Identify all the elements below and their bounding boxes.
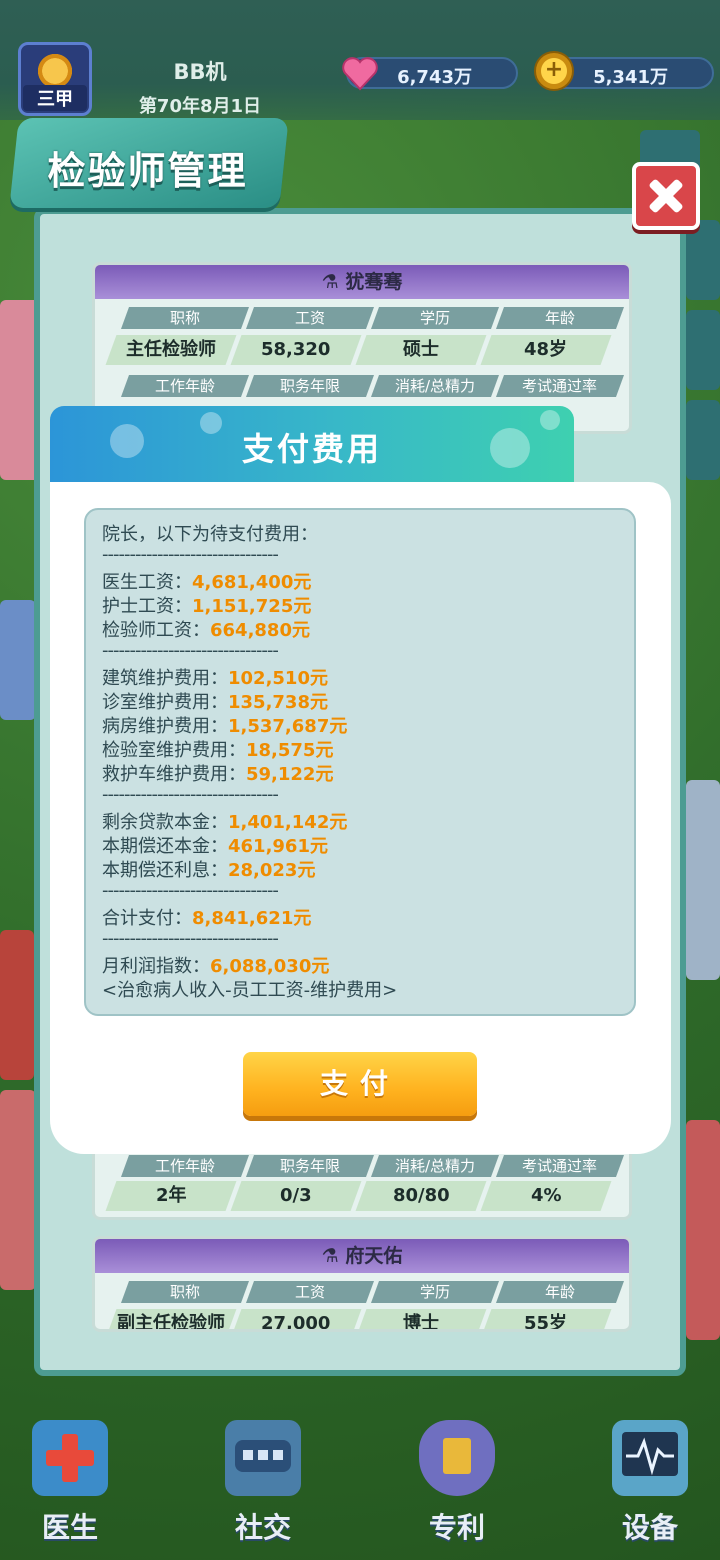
value-age: 48岁 — [480, 335, 612, 365]
chat-bubble-icon — [225, 1420, 301, 1496]
label-energy: 消耗/总精力 — [370, 1155, 500, 1177]
fee-nurse-salary: 护士工资：1,151,725元 — [102, 596, 312, 617]
heart-icon — [342, 57, 378, 91]
label-age: 年龄 — [495, 1281, 625, 1303]
separator: -------------------------------- — [102, 544, 279, 565]
nav-label: 医生 — [41, 1511, 98, 1544]
pay-button[interactable]: 支付 — [243, 1052, 477, 1116]
fee-lab-maintenance: 检验室维护费用：18,575元 — [102, 740, 334, 761]
value-energy: 80/80 — [355, 1181, 487, 1211]
fee-total: 合计支付：8,841,621元 — [102, 908, 312, 929]
fee-ambulance-maintenance: 救护车维护费用：59,122元 — [102, 764, 334, 785]
medical-cross-icon — [32, 1420, 108, 1496]
value-title: 主任检验师 — [105, 335, 237, 365]
value-education: 硕士 — [355, 335, 487, 365]
panel-title: 检验师管理 — [47, 149, 248, 193]
nav-label: 社交 — [234, 1511, 291, 1544]
separator: -------------------------------- — [102, 928, 279, 949]
bottom-nav: 医生 社交 专利 设备 — [0, 1420, 720, 1560]
label-salary: 工资 — [245, 307, 375, 329]
value-pass-rate: 4% — [480, 1181, 612, 1211]
separator: -------------------------------- — [102, 640, 279, 661]
fees-summary-box: 院长，以下为待支付费用： ---------------------------… — [84, 508, 636, 1016]
label-energy: 消耗/总精力 — [370, 375, 500, 397]
side-menu-button — [686, 220, 720, 300]
value-education: 博士 — [355, 1309, 487, 1329]
value-title: 副主任检验师 — [105, 1309, 237, 1329]
label-pass-rate: 考试通过率 — [495, 1155, 625, 1177]
nav-patents[interactable]: 专利 — [387, 1420, 527, 1560]
fee-inspector-salary: 检验师工资：664,880元 — [102, 620, 310, 641]
top-hud: 三甲 BB机 第70年8月1日 6,743万 + 5,341万 — [0, 0, 720, 120]
fees-intro: 院长，以下为待支付费用： — [102, 524, 318, 545]
fee-building-maintenance: 建筑维护费用：102,510元 — [102, 668, 328, 689]
label-duty-years: 职务年限 — [245, 375, 375, 397]
label-work-years: 工作年龄 — [120, 375, 250, 397]
monthly-profit-index: 月利润指数：6,088,030元 — [102, 956, 330, 977]
nav-social[interactable]: 社交 — [193, 1420, 333, 1560]
background-building — [0, 1090, 36, 1290]
inspector-name: ⚗ 府天佑 — [95, 1239, 629, 1273]
side-menu-button — [686, 400, 720, 480]
label-work-years: 工作年龄 — [120, 1155, 250, 1177]
value-work-years: 2年 — [105, 1181, 237, 1211]
game-date: 第70年8月1日 — [138, 96, 262, 117]
nav-doctors[interactable]: 医生 — [0, 1420, 140, 1560]
value-age: 55岁 — [480, 1309, 612, 1329]
fee-doctor-salary: 医生工资：4,681,400元 — [102, 572, 312, 593]
nav-label: 设备 — [621, 1511, 678, 1544]
player-name: BB机 — [173, 60, 227, 84]
dialog-title: 支付费用 — [241, 430, 382, 468]
coin-icon: + — [534, 51, 574, 91]
coins-value: 5,341万 — [593, 67, 668, 88]
monitor-icon — [612, 1420, 688, 1496]
nav-equipment[interactable]: 设备 — [580, 1420, 720, 1560]
dialog-header: 支付费用 — [50, 406, 574, 486]
separator: -------------------------------- — [102, 880, 279, 901]
coins-counter[interactable]: + 5,341万 — [534, 51, 714, 91]
label-pass-rate: 考试通过率 — [495, 375, 625, 397]
fee-ward-maintenance: 病房维护费用：1,537,687元 — [102, 716, 348, 737]
profit-formula: <治愈病人收入-员工工资-维护费用> — [102, 980, 398, 1001]
value-salary: 58,320 — [230, 335, 362, 365]
hospital-avatar[interactable]: 三甲 — [18, 42, 92, 116]
close-button[interactable] — [632, 162, 700, 230]
background-building — [686, 780, 720, 980]
fee-principal-repayment: 本期偿还本金：461,961元 — [102, 836, 328, 857]
hospital-level-badge: 三甲 — [23, 85, 87, 111]
value-salary: 27,000 — [230, 1309, 362, 1329]
fee-interest-repayment: 本期偿还利息：28,023元 — [102, 860, 316, 881]
background-building — [686, 1120, 720, 1340]
side-menu-button — [686, 310, 720, 390]
label-title: 职称 — [120, 307, 250, 329]
inspector-card[interactable]: ⚗ 府天佑 职称 工资 学历 年龄 副主任检验师 27,000 博士 55岁 — [92, 1236, 632, 1332]
background-building — [0, 600, 36, 720]
hearts-value: 6,743万 — [397, 67, 472, 88]
separator: -------------------------------- — [102, 784, 279, 805]
fee-clinic-maintenance: 诊室维护费用：135,738元 — [102, 692, 328, 713]
label-education: 学历 — [370, 307, 500, 329]
label-age: 年龄 — [495, 307, 625, 329]
label-title: 职称 — [120, 1281, 250, 1303]
inspector-name: ⚗ 犹骞骞 — [95, 265, 629, 299]
label-education: 学历 — [370, 1281, 500, 1303]
value-duty-years: 0/3 — [230, 1181, 362, 1211]
background-building — [0, 930, 34, 1080]
panel-title-banner: 检验师管理 — [9, 118, 289, 208]
hearts-counter[interactable]: 6,743万 — [342, 57, 518, 91]
fee-remaining-loan: 剩余贷款本金：1,401,142元 — [102, 812, 348, 833]
shield-tower-icon — [419, 1420, 495, 1496]
label-duty-years: 职务年限 — [245, 1155, 375, 1177]
label-salary: 工资 — [245, 1281, 375, 1303]
nav-label: 专利 — [428, 1511, 485, 1544]
